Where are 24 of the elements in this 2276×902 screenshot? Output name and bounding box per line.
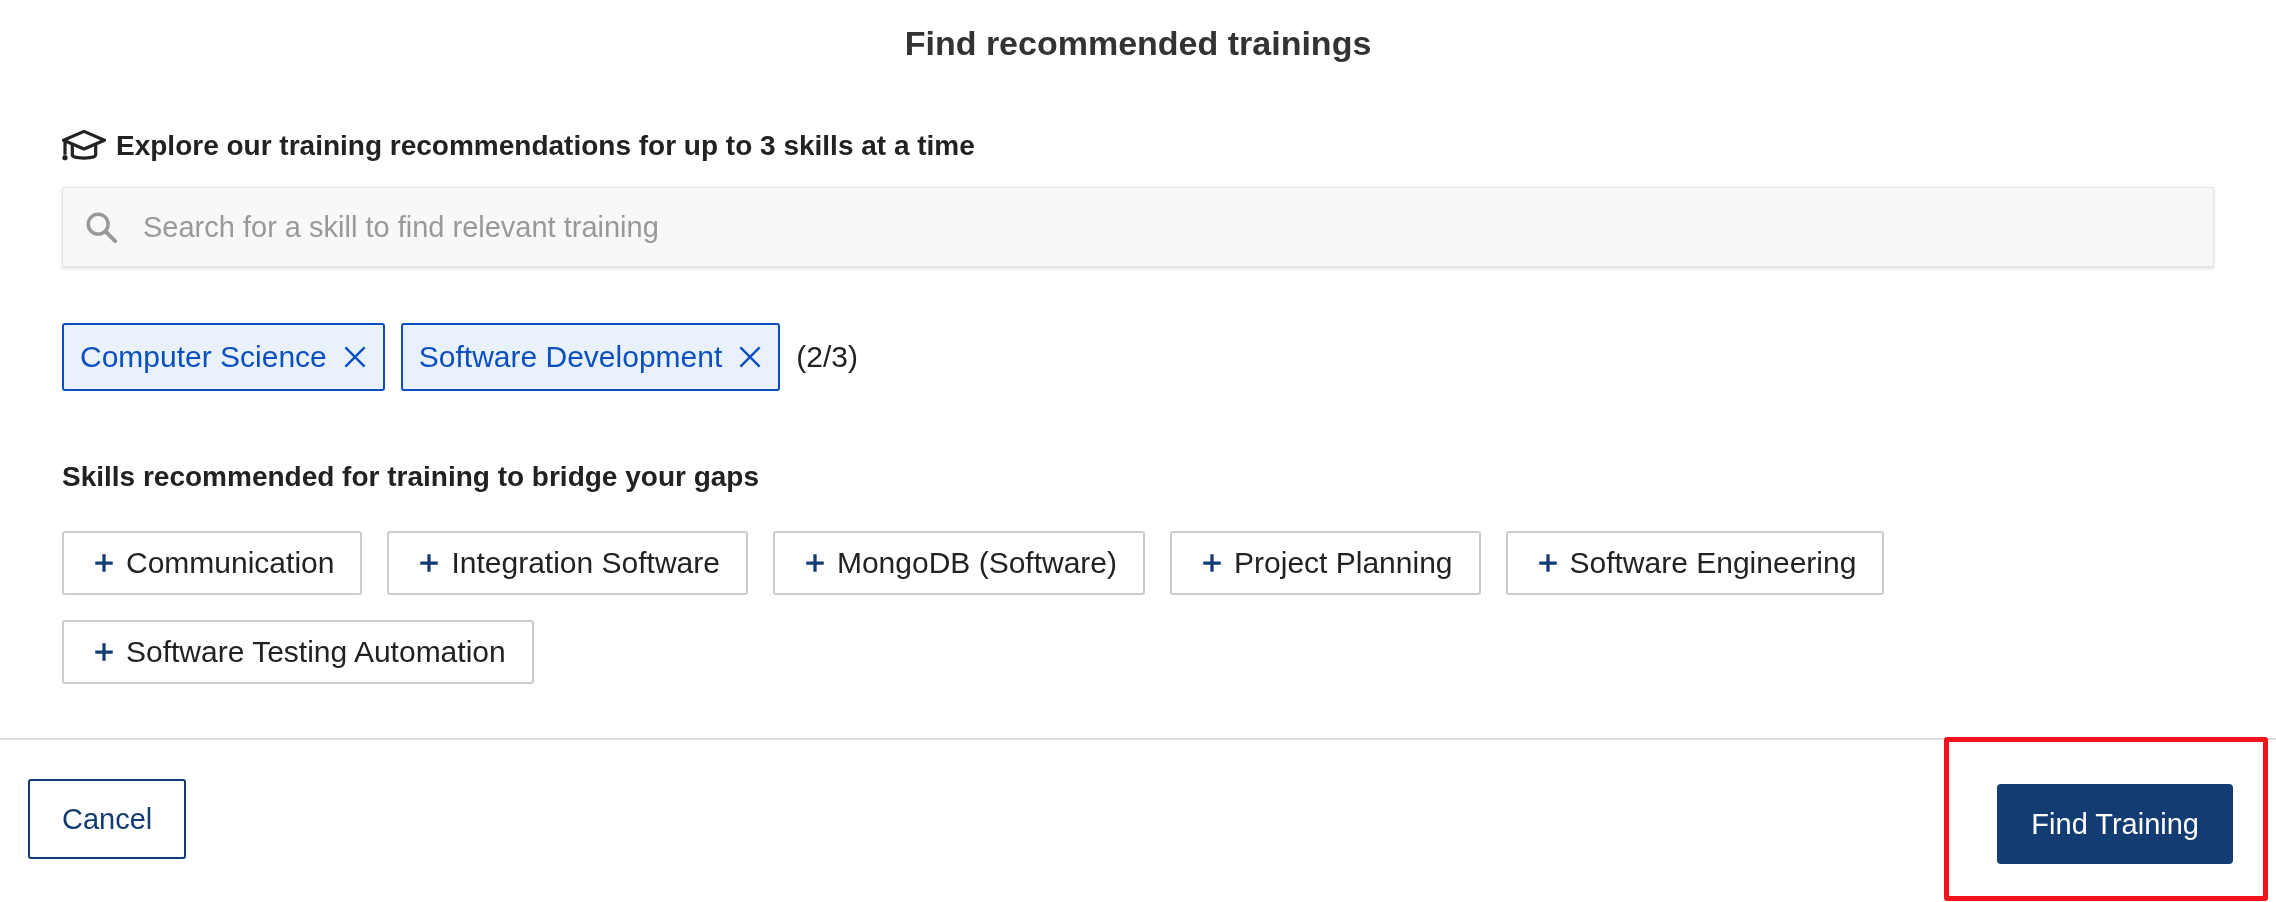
plus-icon bbox=[94, 642, 114, 662]
plus-icon bbox=[419, 553, 440, 573]
add-skill-button[interactable]: MongoDB (Software) bbox=[772, 531, 1146, 595]
find-training-button[interactable]: Find Training bbox=[1997, 784, 2233, 864]
plus-icon bbox=[1537, 553, 1558, 573]
search-field[interactable]: Search for a skill to find relevant training bbox=[62, 187, 2214, 267]
plus-icon bbox=[804, 553, 825, 573]
chip-label: Computer Science bbox=[80, 340, 327, 374]
add-skill-button[interactable]: Integration Software bbox=[387, 531, 748, 595]
section-heading: Explore our training recommendations for up to 3 skills at a time bbox=[116, 130, 975, 162]
remove-icon[interactable] bbox=[342, 345, 367, 369]
add-skill-button[interactable]: Software Engineering bbox=[1505, 531, 1885, 595]
section-heading: Skills recommended for training to bridge your gaps bbox=[62, 461, 760, 493]
add-skill-button[interactable]: Software Testing Automation bbox=[62, 620, 534, 684]
search-icon bbox=[84, 210, 118, 244]
cancel-button[interactable]: Cancel bbox=[28, 779, 187, 859]
dialog-title: Find recommended trainings bbox=[903, 24, 1373, 63]
add-skill-button[interactable]: Project Planning bbox=[1170, 531, 1481, 595]
remove-icon[interactable] bbox=[738, 345, 763, 369]
plus-icon bbox=[1202, 553, 1223, 573]
selection-count: (2/3) bbox=[796, 340, 858, 374]
add-skill-button[interactable]: Communication bbox=[62, 531, 363, 595]
chip-label: Software Development bbox=[418, 340, 723, 374]
plus-icon bbox=[94, 553, 114, 573]
